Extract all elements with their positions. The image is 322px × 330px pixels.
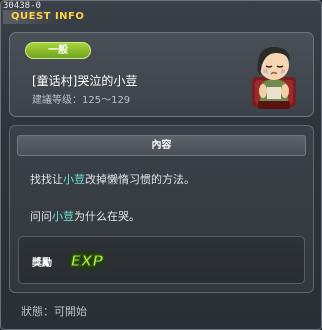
quest-level: 建議等级：125～129 xyxy=(32,91,130,106)
quest-content-panel: 內容 找找让小荳改掉懒惰习惯的方法。 问问小荳为什么在哭。 獎勵 EXP xyxy=(9,125,314,293)
quest-status: 狀態：可開始 xyxy=(21,305,87,318)
quest-summary-panel: 一般 [童话村]哭泣的小荳 建議等级：125～129 xyxy=(9,32,314,117)
content-line-1: 找找让小荳改掉懒惰习惯的方法。 xyxy=(30,171,195,187)
npc-name-link[interactable]: 小荳 xyxy=(63,173,85,186)
content-line-1-post: 改掉懒惰习惯的方法。 xyxy=(85,173,195,186)
crying-child-npc-icon xyxy=(252,47,296,109)
quest-level-range: 125～129 xyxy=(82,95,131,106)
content-line-2-post: 为什么在哭。 xyxy=(74,210,140,223)
exp-icon: EXP xyxy=(68,249,106,271)
content-line-1-pre: 找找让 xyxy=(30,173,63,186)
quest-name: [童话村]哭泣的小荳 xyxy=(32,74,138,88)
quest-category-badge: 一般 xyxy=(25,42,91,59)
quest-level-label: 建議等级： xyxy=(32,95,82,106)
content-header: 內容 xyxy=(17,135,306,156)
content-line-2: 问问小荳为什么在哭。 xyxy=(30,208,140,224)
npc-name-link[interactable]: 小荳 xyxy=(52,210,74,223)
exp-icon-text: EXP xyxy=(71,252,104,270)
window-title: QUEST INFO xyxy=(11,11,85,22)
reward-label: 獎勵 xyxy=(32,258,52,269)
quest-info-window: 30438-0 QUEST INFO 一般 [童话村]哭泣的小荳 建議等级：12… xyxy=(0,0,322,330)
content-line-2-pre: 问问 xyxy=(30,210,52,223)
reward-panel: 獎勵 EXP xyxy=(18,236,305,284)
